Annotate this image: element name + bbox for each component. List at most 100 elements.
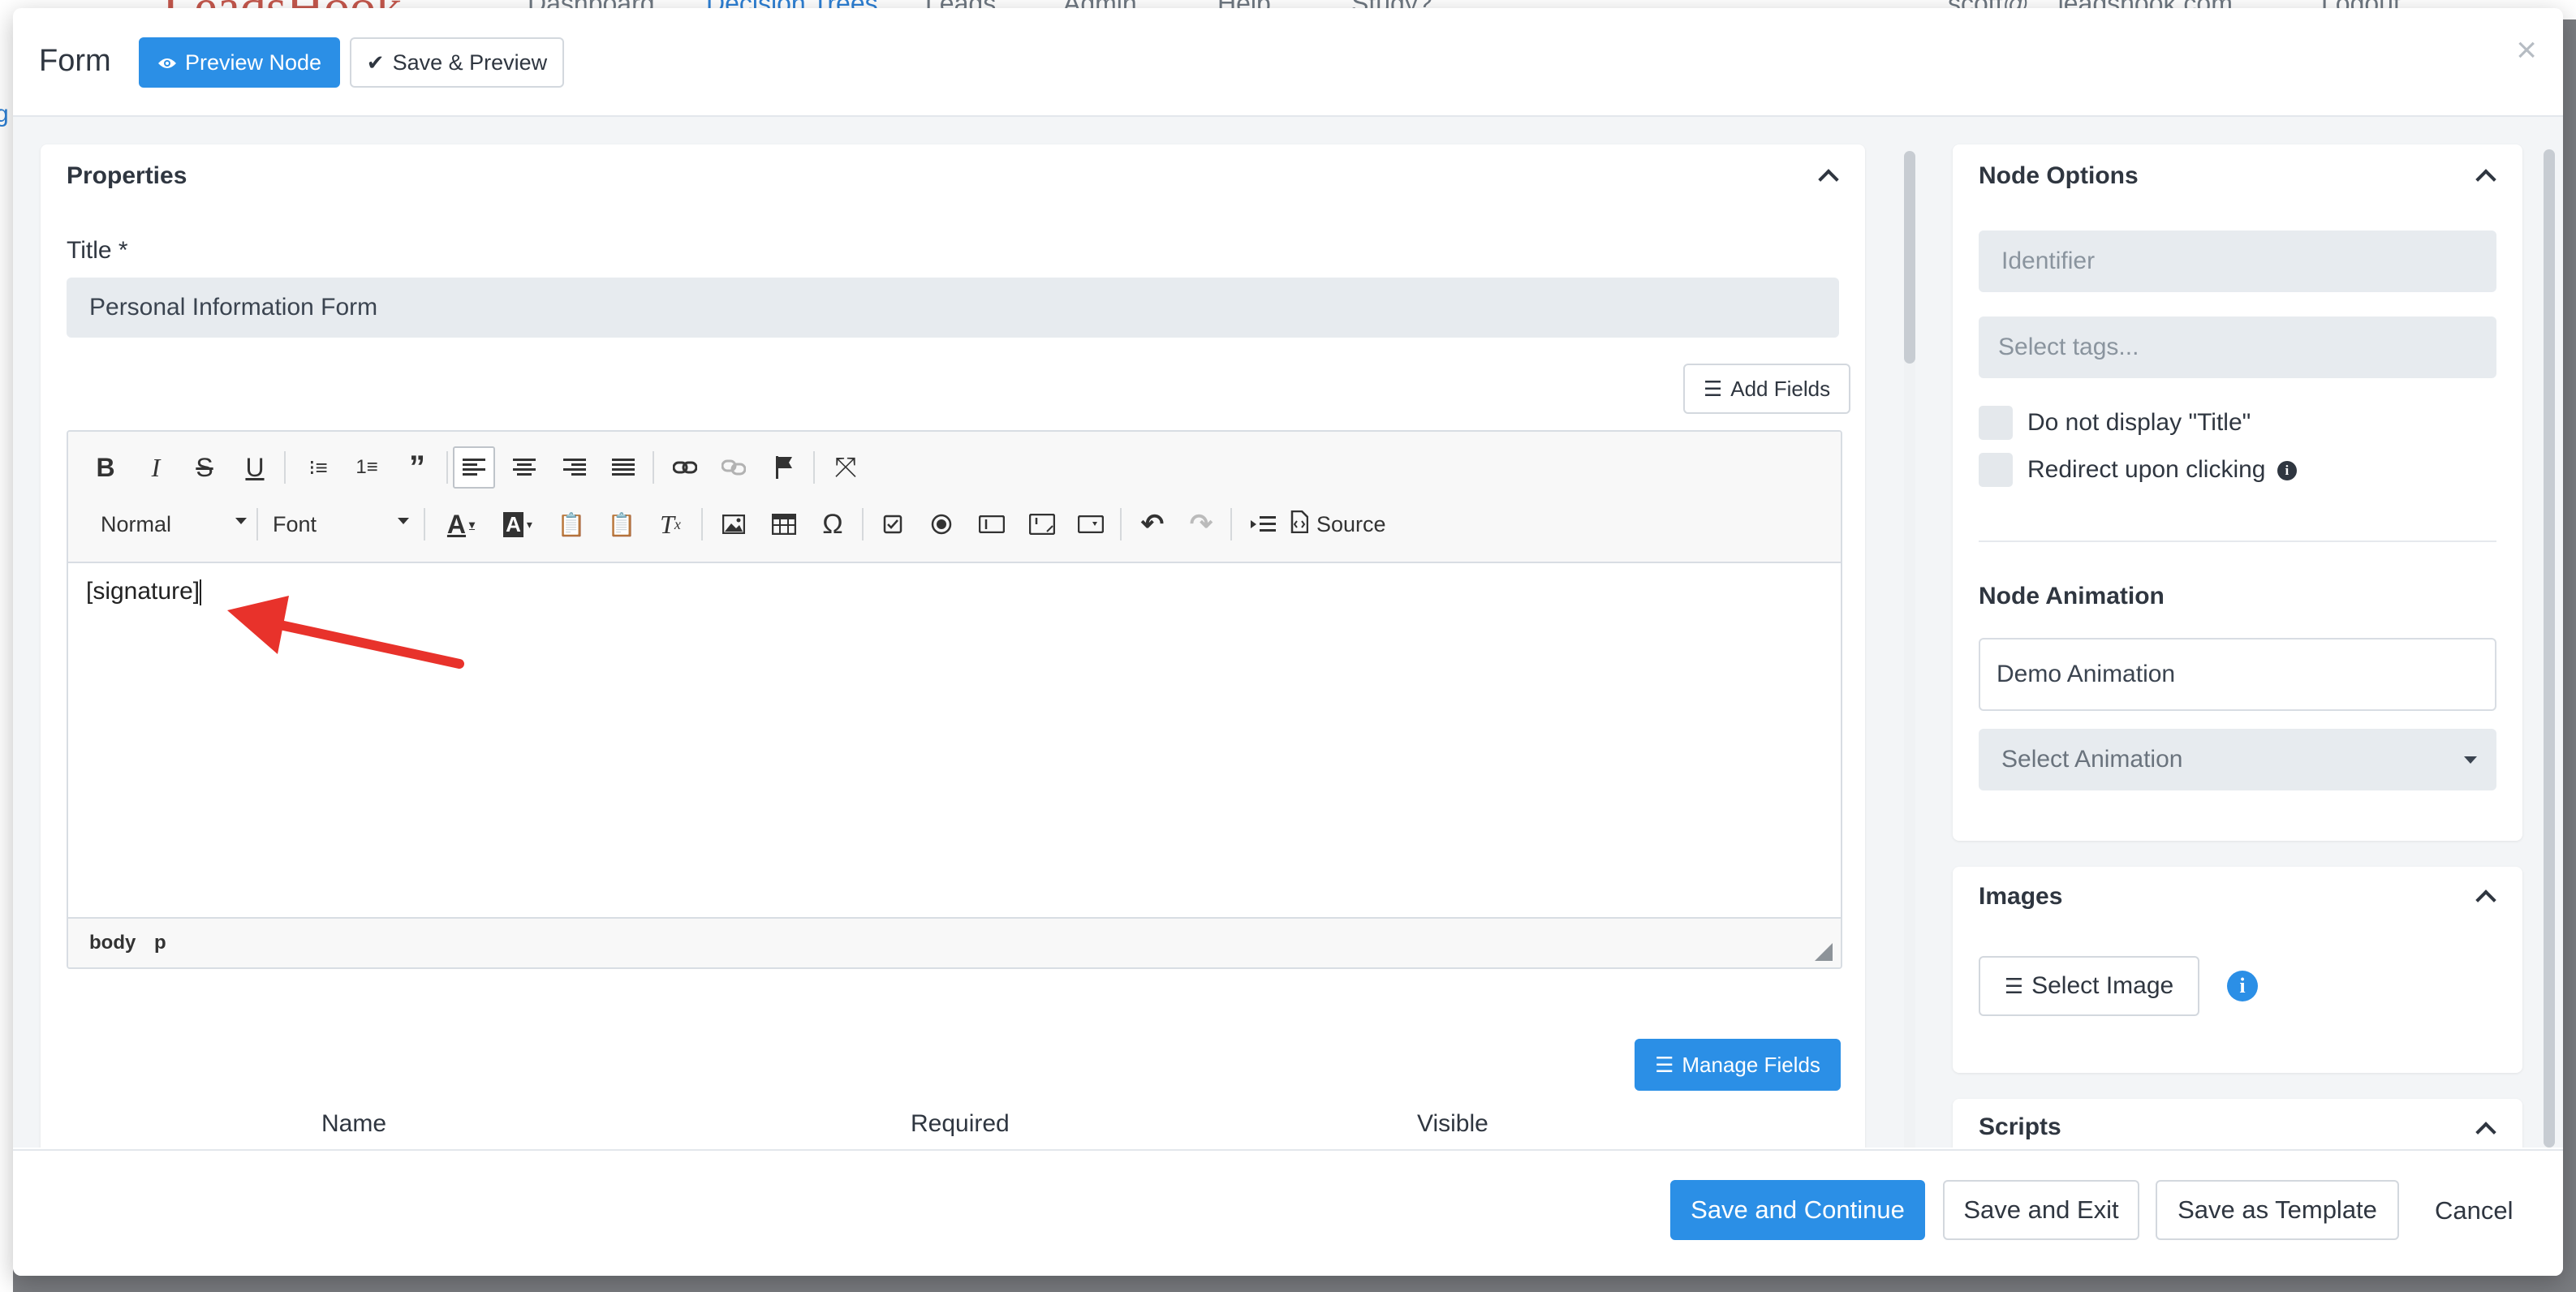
- modal-header: Form Preview Node ✔ Save & Preview ×: [13, 8, 2563, 117]
- text-color-icon[interactable]: A ▾: [435, 503, 487, 545]
- table-icon[interactable]: [763, 503, 805, 545]
- redo-icon[interactable]: ↷: [1180, 503, 1222, 545]
- paste-word-icon[interactable]: 📋: [601, 503, 643, 545]
- toolbar-separator: [701, 508, 703, 540]
- maximize-icon[interactable]: ⤧: [825, 446, 867, 489]
- text-field-icon[interactable]: [971, 503, 1013, 545]
- toolbar-separator: [653, 451, 654, 484]
- column-header-required: Required: [911, 1110, 1010, 1137]
- select-image-label: Select Image: [2031, 972, 2174, 999]
- preview-node-label: Preview Node: [184, 50, 322, 75]
- justify-icon[interactable]: [602, 446, 644, 489]
- chevron-down-icon: [235, 518, 247, 524]
- preview-node-button[interactable]: Preview Node: [139, 37, 340, 88]
- source-label: Source: [1316, 511, 1386, 536]
- title-label: Title *: [67, 237, 128, 264]
- align-left-icon[interactable]: [453, 446, 495, 489]
- redirect-label: Redirect upon clicking: [2027, 456, 2266, 483]
- add-fields-button[interactable]: ☰ Add Fields: [1683, 364, 1850, 414]
- toolbar-separator: [284, 451, 286, 484]
- manage-fields-button[interactable]: ☰ Manage Fields: [1635, 1039, 1841, 1091]
- select-icon[interactable]: [1070, 503, 1112, 545]
- select-image-button[interactable]: ☰ Select Image: [1979, 956, 2199, 1016]
- collapse-properties-icon[interactable]: [1818, 169, 1839, 190]
- paste-text-icon[interactable]: 📋: [550, 503, 592, 545]
- italic-icon[interactable]: I: [135, 446, 177, 489]
- left-panel-scroll-thumb[interactable]: [1904, 151, 1915, 364]
- resize-grip-icon[interactable]: [1815, 943, 1833, 961]
- no-title-label: Do not display "Title": [2027, 409, 2251, 436]
- editor-toolbar: B I S U ⁝≡ 1≡ ” ⤧ Normal Font A ▾ A ▾ 📋 …: [68, 432, 1841, 563]
- images-heading: Images: [1979, 883, 2063, 910]
- toolbar-separator: [813, 451, 815, 484]
- anchor-flag-icon[interactable]: [763, 446, 805, 489]
- divider: [1979, 540, 2496, 542]
- textarea-icon[interactable]: [1021, 503, 1063, 545]
- statusbar-crumb-body[interactable]: body: [89, 932, 136, 954]
- animation-name-input[interactable]: [1979, 638, 2496, 711]
- no-title-checkbox[interactable]: [1979, 406, 2013, 440]
- list-icon: ☰: [1703, 376, 1723, 401]
- editor-content-text: [signature]: [86, 578, 200, 605]
- node-animation-heading: Node Animation: [1979, 583, 2165, 609]
- info-icon[interactable]: i: [2277, 461, 2297, 481]
- properties-heading: Properties: [67, 162, 187, 189]
- check-icon: ✔: [366, 50, 385, 75]
- source-button[interactable]: Source: [1290, 503, 1404, 545]
- column-header-name: Name: [321, 1110, 387, 1137]
- title-input[interactable]: [67, 278, 1839, 338]
- strikethrough-icon[interactable]: S: [183, 446, 226, 489]
- collapse-scripts-icon[interactable]: [2475, 1122, 2496, 1143]
- images-info-icon[interactable]: i: [2227, 971, 2258, 1001]
- bold-icon[interactable]: B: [84, 446, 127, 489]
- format-value: Normal: [101, 511, 172, 536]
- special-char-icon[interactable]: Ω: [812, 503, 854, 545]
- align-center-icon[interactable]: [503, 446, 545, 489]
- toolbar-separator: [256, 508, 258, 540]
- save-preview-button[interactable]: ✔ Save & Preview: [350, 37, 564, 88]
- remove-format-icon[interactable]: Tx: [649, 503, 691, 545]
- bulleted-list-icon[interactable]: ⁝≡: [297, 446, 339, 489]
- font-combo[interactable]: Font: [273, 508, 409, 540]
- blockquote-icon[interactable]: ”: [396, 446, 438, 489]
- radio-icon[interactable]: [920, 503, 963, 545]
- editor-content-area[interactable]: [signature]: [86, 578, 202, 606]
- toolbar-separator: [1120, 508, 1122, 540]
- select-animation-dropdown[interactable]: Select Animation: [1979, 729, 2496, 790]
- font-value: Font: [273, 511, 317, 536]
- list-icon: ☰: [1655, 1052, 1674, 1077]
- eye-icon: [157, 50, 177, 75]
- source-icon: [1290, 510, 1309, 539]
- format-combo[interactable]: Normal: [101, 508, 247, 540]
- editor-statusbar: body p: [68, 917, 1841, 967]
- underline-icon[interactable]: U: [234, 446, 276, 489]
- collapse-images-icon[interactable]: [2475, 889, 2496, 911]
- link-icon[interactable]: [664, 446, 706, 489]
- identifier-input[interactable]: [1979, 230, 2496, 292]
- select-tags-input[interactable]: [1979, 317, 2496, 378]
- bg-fragment: g: [0, 101, 9, 127]
- background-color-icon[interactable]: A ▾: [492, 503, 544, 545]
- scripts-card: Scripts: [1953, 1099, 2522, 1148]
- numbered-list-icon[interactable]: 1≡: [346, 446, 388, 489]
- save-as-template-button[interactable]: Save as Template: [2156, 1180, 2399, 1240]
- properties-card: Properties Title * ☰ Add Fields B I S U …: [41, 144, 1865, 1148]
- statusbar-crumb-p[interactable]: p: [154, 932, 166, 954]
- undo-icon[interactable]: ↶: [1131, 503, 1174, 545]
- unlink-icon[interactable]: [713, 446, 755, 489]
- scripts-heading: Scripts: [1979, 1113, 2061, 1140]
- node-options-heading: Node Options: [1979, 162, 2139, 189]
- save-and-continue-button[interactable]: Save and Continue: [1670, 1180, 1925, 1240]
- modal-title: Form: [39, 44, 111, 78]
- align-right-icon[interactable]: [554, 446, 596, 489]
- right-panel-scroll-thumb[interactable]: [2544, 149, 2555, 1148]
- cancel-button[interactable]: Cancel: [2435, 1196, 2514, 1225]
- save-and-exit-button[interactable]: Save and Exit: [1943, 1180, 2139, 1240]
- image-icon[interactable]: [713, 503, 755, 545]
- redirect-checkbox[interactable]: [1979, 453, 2013, 487]
- collapse-node-options-icon[interactable]: [2475, 169, 2496, 190]
- save-preview-label: Save & Preview: [392, 50, 548, 75]
- checkbox-icon[interactable]: [872, 503, 914, 545]
- close-icon[interactable]: ×: [2516, 32, 2537, 68]
- indent-icon[interactable]: [1242, 503, 1284, 545]
